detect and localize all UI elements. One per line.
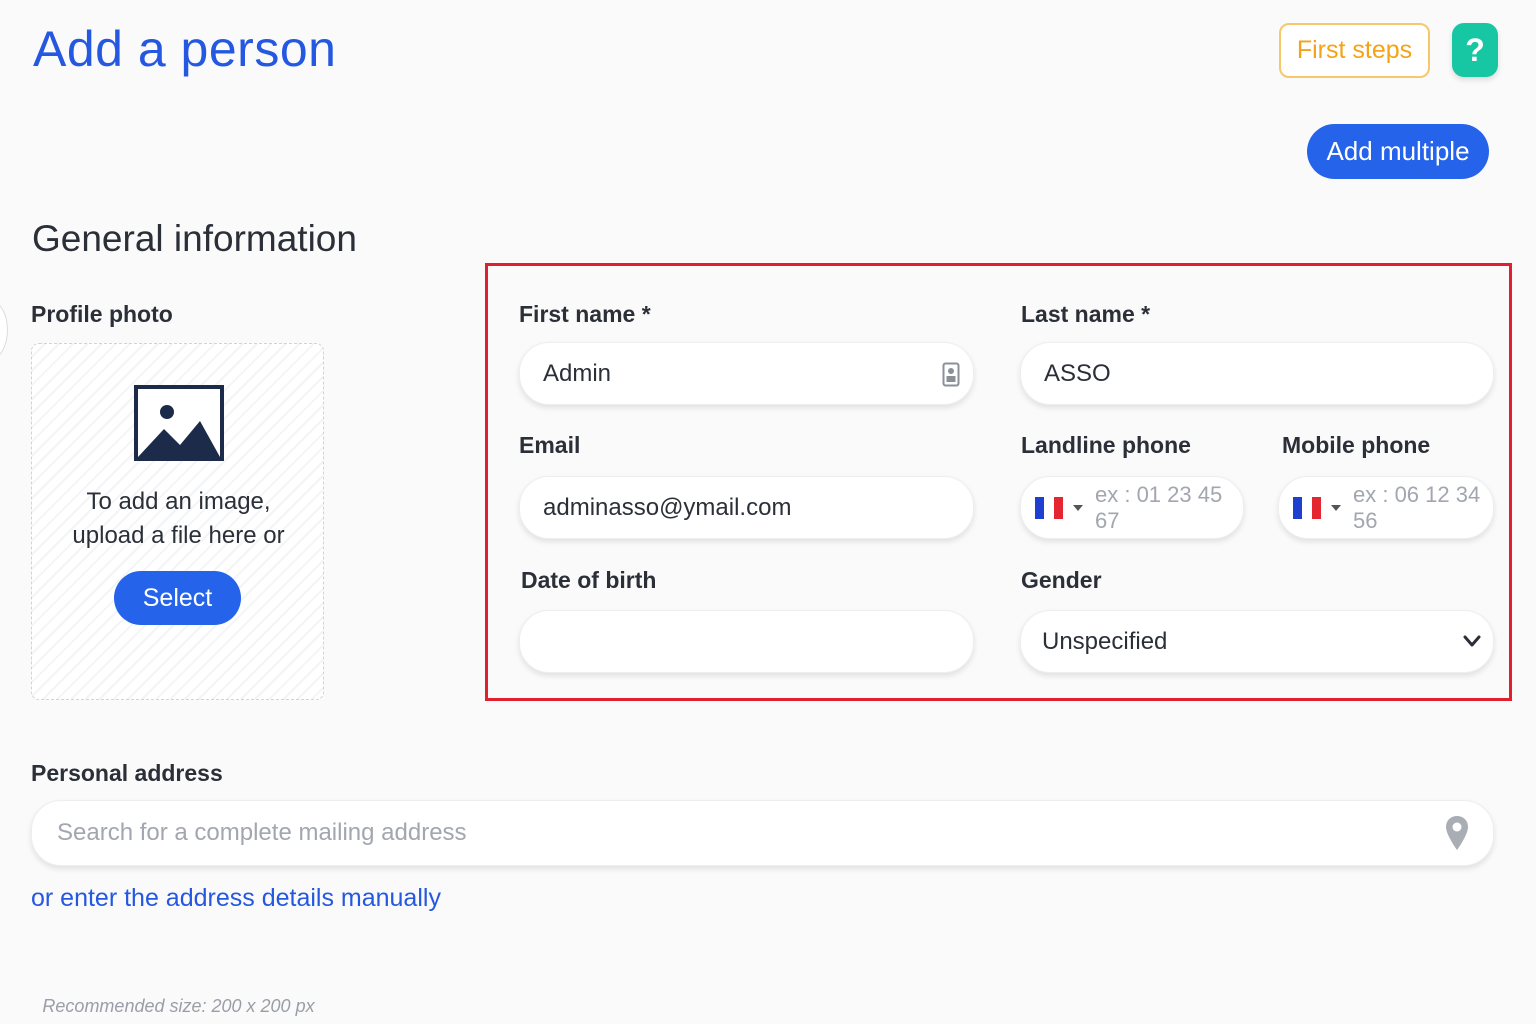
caret-down-icon[interactable] bbox=[1331, 504, 1341, 511]
address-search-placeholder: Search for a complete mailing address bbox=[57, 819, 467, 846]
image-icon bbox=[134, 385, 224, 461]
chevron-down-icon[interactable] bbox=[1463, 635, 1481, 648]
gender-select[interactable]: Unspecified bbox=[1020, 610, 1494, 673]
photo-dropzone[interactable]: To add an image, upload a file here or R… bbox=[31, 343, 324, 1016]
landline-phone-label: Landline phone bbox=[1021, 432, 1191, 458]
email-field[interactable]: adminasso@ymail.com bbox=[519, 476, 974, 539]
last-name-field[interactable]: ASSO bbox=[1020, 342, 1494, 405]
date-of-birth-label: Date of birth bbox=[521, 567, 657, 593]
gender-value: Unspecified bbox=[1042, 627, 1168, 655]
last-name-label: Last name * bbox=[1021, 301, 1151, 327]
profile-photo-label: Profile photo bbox=[31, 301, 173, 327]
date-of-birth-field[interactable] bbox=[519, 610, 974, 673]
email-value: adminasso@ymail.com bbox=[543, 493, 792, 521]
map-pin-icon bbox=[1446, 816, 1468, 850]
help-button[interactable]: ? bbox=[1452, 23, 1498, 77]
select-photo-button[interactable]: Select bbox=[114, 571, 241, 625]
gender-label: Gender bbox=[1021, 567, 1102, 593]
recommended-size-note: Recommended size: 200 x 200 px bbox=[42, 996, 315, 1016]
personal-address-label: Personal address bbox=[31, 760, 223, 786]
address-search-input[interactable]: Search for a complete mailing address bbox=[31, 800, 1494, 866]
first-name-value: Admin bbox=[543, 359, 612, 387]
mobile-phone-placeholder: ex : 06 12 34 56 bbox=[1353, 481, 1481, 533]
edge-handle[interactable] bbox=[0, 300, 8, 360]
email-label: Email bbox=[519, 432, 581, 458]
first-name-field[interactable]: Admin bbox=[519, 342, 974, 405]
page-title: Add a person bbox=[33, 21, 337, 77]
caret-down-icon[interactable] bbox=[1073, 504, 1083, 511]
france-flag-icon[interactable] bbox=[1293, 496, 1321, 519]
photo-instruction-line2: upload a file here or bbox=[72, 522, 285, 549]
mobile-phone-label: Mobile phone bbox=[1282, 432, 1431, 458]
add-multiple-button[interactable]: Add multiple bbox=[1307, 124, 1489, 179]
photo-instruction-line1: To add an image, bbox=[86, 488, 271, 515]
landline-phone-placeholder: ex : 01 23 45 67 bbox=[1095, 481, 1223, 533]
france-flag-icon[interactable] bbox=[1035, 496, 1063, 519]
contact-card-icon[interactable] bbox=[942, 362, 960, 387]
manual-address-link[interactable]: or enter the address details manually bbox=[31, 884, 441, 913]
mobile-phone-field[interactable]: ex : 06 12 34 56 bbox=[1278, 476, 1494, 539]
first-name-label: First name * bbox=[519, 301, 651, 327]
landline-phone-field[interactable]: ex : 01 23 45 67 bbox=[1020, 476, 1244, 539]
last-name-value: ASSO bbox=[1044, 359, 1111, 387]
section-title-general: General information bbox=[32, 218, 357, 259]
first-steps-button[interactable]: First steps bbox=[1279, 23, 1430, 78]
